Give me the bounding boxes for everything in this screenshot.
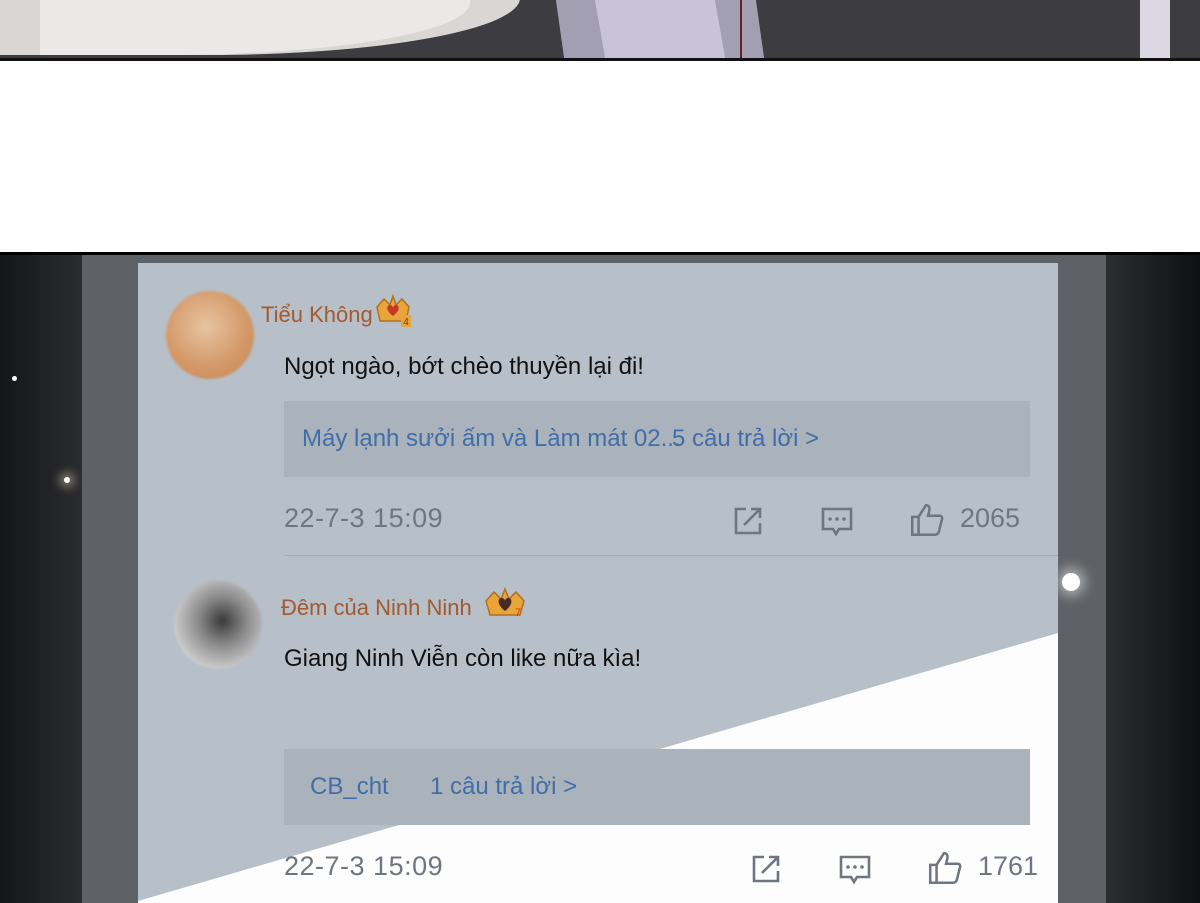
share-icon[interactable] xyxy=(730,503,766,539)
comic-panel-bottom: Tiểu Không 4 Ngọt ngào, bớt chèo thuyền … xyxy=(0,252,1200,903)
thumbs-up-icon[interactable] xyxy=(926,849,964,887)
divider xyxy=(284,555,1058,556)
comment-item: Đêm của Ninh Ninh 7 Giang Ninh Viễn còn … xyxy=(138,557,1058,903)
reply-preview[interactable]: Máy lạnh sưởi ấm và Làm mát 02... 5 câu … xyxy=(284,401,1030,477)
artwork-line xyxy=(740,0,742,58)
comment-icon[interactable] xyxy=(837,851,873,887)
thumbs-up-icon[interactable] xyxy=(908,501,946,539)
comment-icon[interactable] xyxy=(819,503,855,539)
reply-preview[interactable]: CB_cht 1 câu trả lời > xyxy=(284,749,1030,825)
timestamp: 22-7-3 15:09 xyxy=(284,503,444,533)
sparkle xyxy=(12,376,17,381)
sparkle xyxy=(1062,573,1080,591)
sparkle xyxy=(64,477,70,483)
username[interactable]: Tiểu Không xyxy=(261,302,373,328)
comment-text: Ngọt ngào, bớt chèo thuyền lại đi! xyxy=(284,353,644,380)
svg-text:7: 7 xyxy=(515,607,521,619)
share-icon[interactable] xyxy=(748,851,784,887)
reply-author[interactable]: Máy lạnh sưởi ấm và Làm mát 02... xyxy=(302,425,681,453)
comment-card: Tiểu Không 4 Ngọt ngào, bớt chèo thuyền … xyxy=(138,263,1058,903)
svg-text:4: 4 xyxy=(403,317,409,328)
avatar[interactable] xyxy=(174,581,262,669)
timestamp: 22-7-3 15:09 xyxy=(284,851,444,881)
reply-count-link[interactable]: 1 câu trả lời > xyxy=(430,773,577,801)
reply-count-link[interactable]: 5 câu trả lời > xyxy=(672,425,819,453)
artwork-shape xyxy=(40,0,470,55)
comment-text: Giang Ninh Viễn còn like nữa kìa! xyxy=(284,645,642,672)
like-count: 2065 xyxy=(960,503,1021,533)
username[interactable]: Đêm của Ninh Ninh xyxy=(281,595,472,621)
like-count: 1761 xyxy=(978,851,1039,881)
crown-heart-badge-icon: 4 xyxy=(376,293,411,328)
reply-author[interactable]: CB_cht xyxy=(310,773,389,801)
crown-heart-badge-icon: 7 xyxy=(485,586,525,619)
artwork-shape xyxy=(1140,0,1170,58)
comic-panel-top xyxy=(0,0,1200,61)
avatar[interactable] xyxy=(166,291,254,379)
comment-item: Tiểu Không 4 Ngọt ngào, bớt chèo thuyền … xyxy=(138,263,1058,555)
artwork-shape xyxy=(594,0,726,58)
